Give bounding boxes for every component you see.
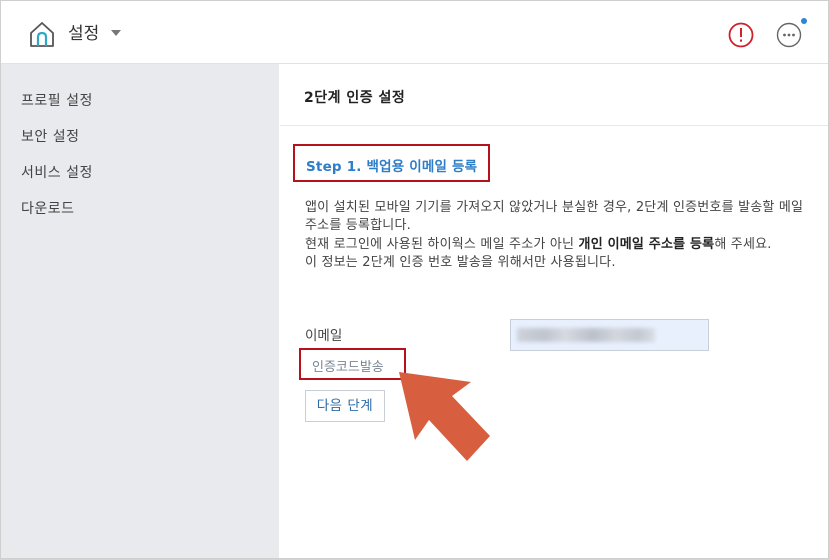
redacted-email-value <box>517 328 655 342</box>
app-title: 설정 <box>68 24 100 44</box>
next-step-button[interactable]: 다음 단계 <box>305 390 385 422</box>
sidebar-item-service[interactable]: 서비스 설정 <box>21 163 93 183</box>
description-bold-text: 개인 이메일 주소를 등록 <box>578 236 715 252</box>
email-label: 이메일 <box>305 328 343 344</box>
chevron-down-icon[interactable] <box>111 30 121 36</box>
app-header: 설정 <box>1 1 828 64</box>
sidebar-item-download[interactable]: 다운로드 <box>21 199 75 219</box>
sidebar-item-security[interactable]: 보안 설정 <box>21 127 79 147</box>
alert-icon[interactable] <box>728 22 754 48</box>
home-icon[interactable] <box>28 20 56 48</box>
description-text: 해 주세요. <box>714 236 772 252</box>
sidebar-item-profile[interactable]: 프로필 설정 <box>21 91 93 111</box>
verify-highlight-box: 인증코드발송 <box>299 348 406 380</box>
settings-window: 설정 프로필 설정 보안 설정 서비스 설정 다운로드 2단계 인증 설정 St… <box>0 0 829 559</box>
page-title: 2단계 인증 설정 <box>304 90 406 106</box>
description-line-1: 앱이 설치된 모바일 기기를 가져오지 않았거나 분실한 경우, 2단계 인증번… <box>305 200 804 234</box>
main-panel: 2단계 인증 설정 Step 1. 백업용 이메일 등록 앱이 설치된 모바일 … <box>280 64 828 558</box>
more-icon[interactable] <box>776 22 802 48</box>
description-text: 현재 로그인에 사용된 하이웍스 메일 주소가 아닌 <box>305 236 579 252</box>
step-highlight-box: Step 1. 백업용 이메일 등록 <box>293 144 490 182</box>
divider <box>280 125 828 126</box>
sidebar: 프로필 설정 보안 설정 서비스 설정 다운로드 <box>1 64 279 558</box>
send-verification-code-link[interactable]: 인증코드발송 <box>312 356 384 375</box>
description: 앱이 설치된 모바일 기기를 가져오지 않았거나 분실한 경우, 2단계 인증번… <box>305 199 805 272</box>
pointer-arrow-icon <box>399 372 490 461</box>
description-line-3: 이 정보는 2단계 인증 번호 발송을 위해서만 사용됩니다. <box>305 254 616 270</box>
email-field[interactable] <box>510 319 709 351</box>
notification-dot <box>801 18 807 24</box>
description-line-2: 현재 로그인에 사용된 하이웍스 메일 주소가 아닌 개인 이메일 주소를 등록… <box>305 236 805 254</box>
step-title: Step 1. 백업용 이메일 등록 <box>306 159 478 175</box>
